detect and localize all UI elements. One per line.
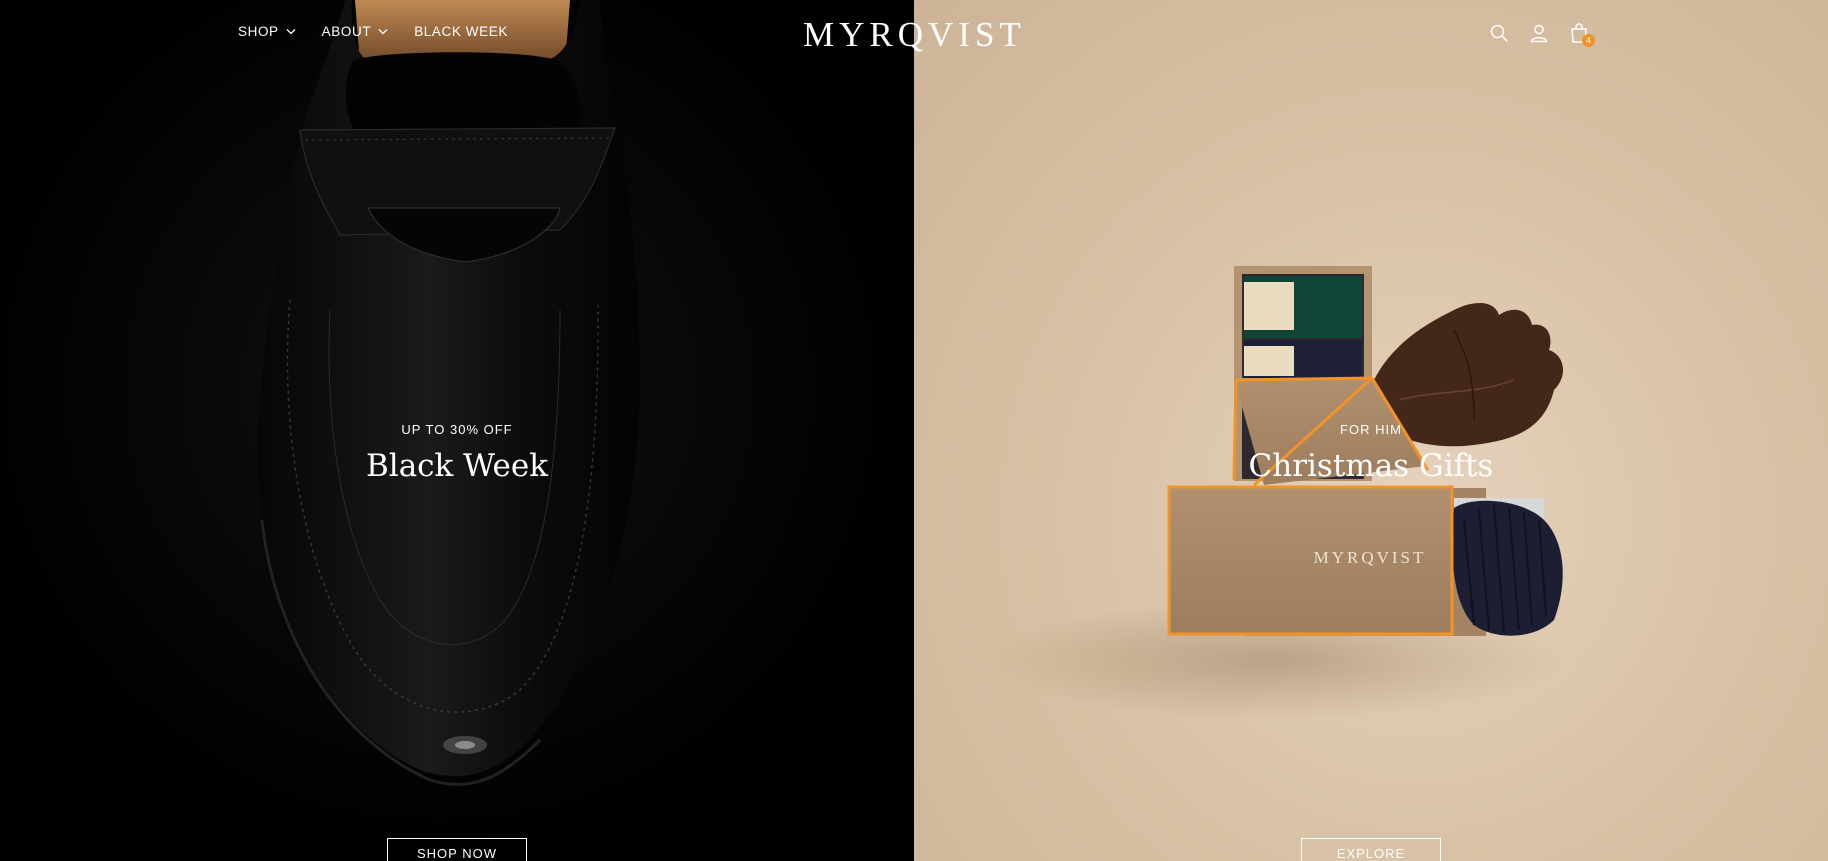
hero-christmas-gifts[interactable]: MYRQVIST FOR HIM Christmas Gifts EXPLORE [914,0,1828,861]
hero-left-eyebrow: UP TO 30% OFF [401,422,513,437]
nav-black-week[interactable]: BLACK WEEK [414,24,508,39]
hero-left-title: Black Week [366,448,548,484]
header-actions: 4 [1488,22,1595,47]
nav-shop[interactable]: SHOP [238,24,296,39]
hero-right-eyebrow: FOR HIM [1340,422,1402,437]
nav-shop-label: SHOP [238,24,279,39]
hero-right-title: Christmas Gifts [1248,448,1494,484]
nav-black-week-label: BLACK WEEK [414,24,508,39]
hero-black-week[interactable]: UP TO 30% OFF Black Week SHOP NOW [0,0,914,861]
cart-count-badge: 4 [1582,34,1595,47]
search-icon[interactable] [1488,22,1510,44]
nav-about[interactable]: ABOUT [322,24,389,39]
site-header: SHOP ABOUT BLACK WEEK MYRQVIST 4 [0,0,1828,72]
explore-button[interactable]: EXPLORE [1301,838,1441,861]
gift-box-brand: MYRQVIST [1313,548,1427,567]
shop-now-button[interactable]: SHOP NOW [387,838,527,861]
account-icon[interactable] [1528,22,1550,44]
cart-icon[interactable]: 4 [1568,22,1595,47]
chevron-down-icon [286,29,296,35]
nav-about-label: ABOUT [321,24,372,39]
main-nav: SHOP ABOUT BLACK WEEK [238,24,508,39]
site-logo[interactable]: MYRQVIST [803,15,1026,55]
chevron-down-icon [378,29,388,35]
